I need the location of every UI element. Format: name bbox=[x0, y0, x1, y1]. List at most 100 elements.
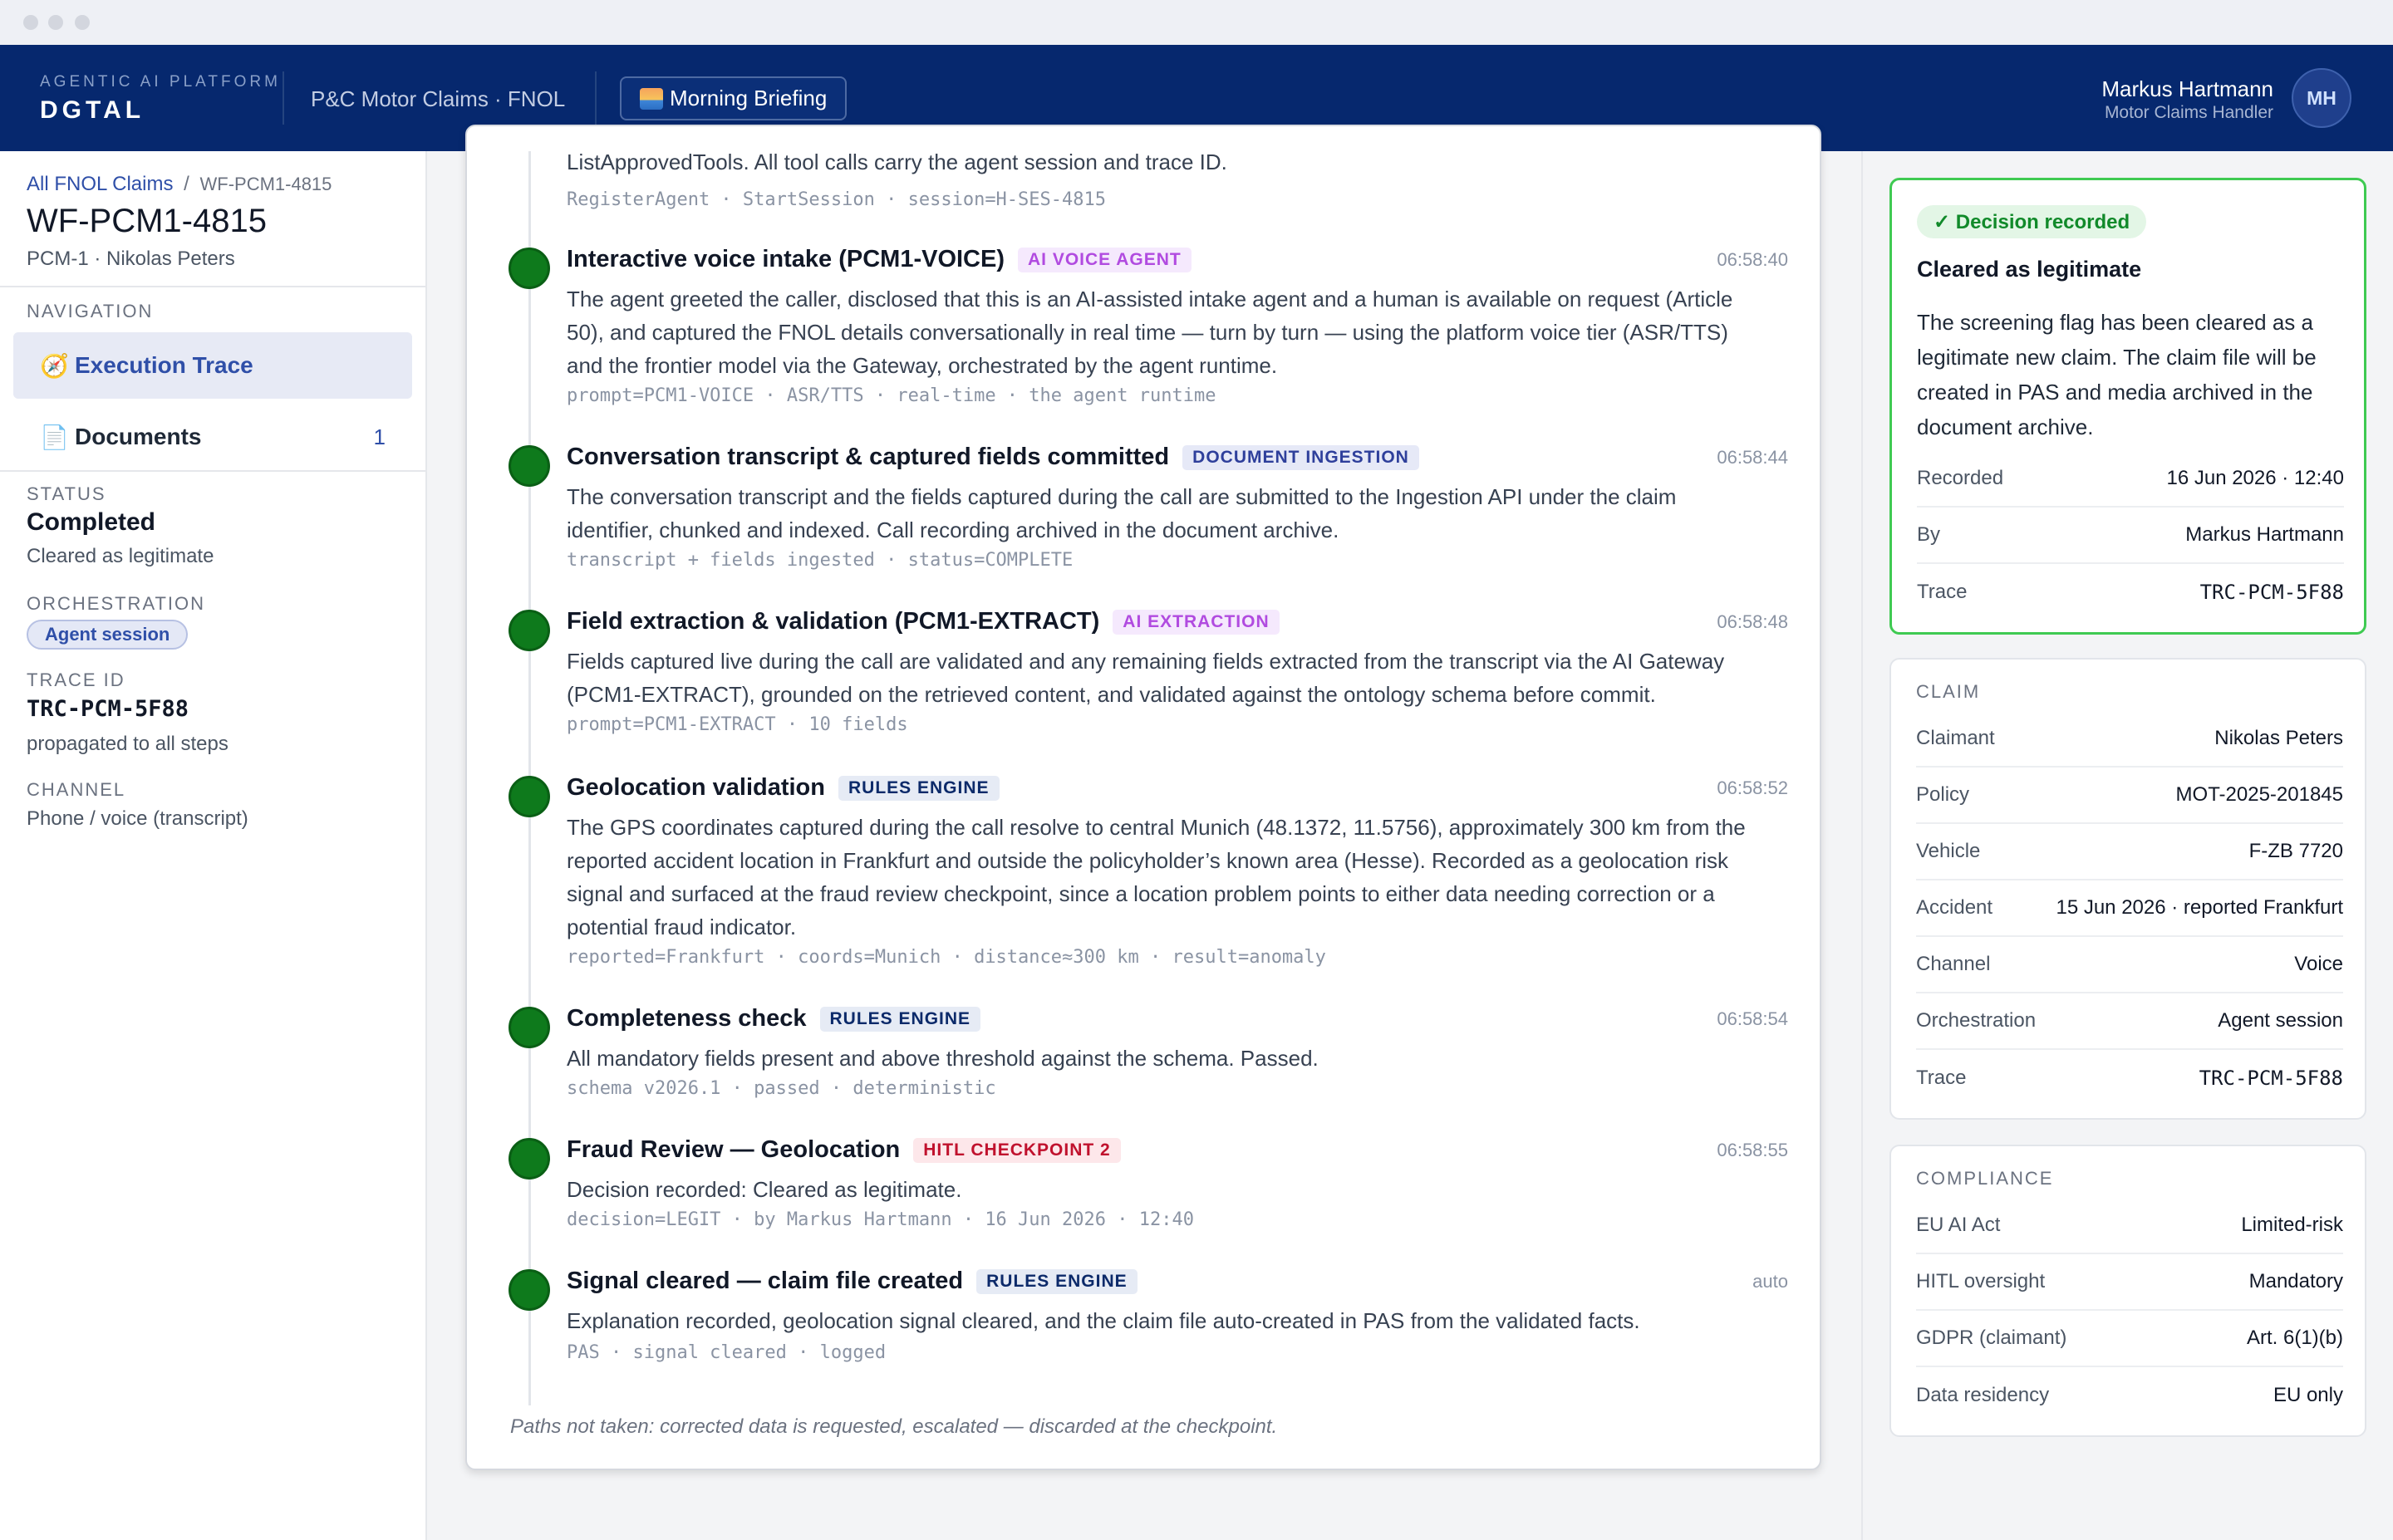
claim-row-claimant: Claimant Nikolas Peters bbox=[1916, 711, 2343, 768]
step-complete-dot bbox=[509, 776, 550, 817]
claim-row-trace: Trace TRC-PCM-5F88 bbox=[1916, 1050, 2343, 1106]
previous-step-meta: RegisterAgent · StartSession · session=H… bbox=[567, 189, 1107, 210]
status-value: Completed bbox=[27, 508, 156, 536]
row-value: MOT-2025-201845 bbox=[2175, 783, 2343, 806]
window-close-dot[interactable] bbox=[23, 15, 38, 30]
row-key: Vehicle bbox=[1916, 840, 1981, 862]
row-value: Limited-risk bbox=[2241, 1214, 2343, 1236]
nav-item-label: Execution Trace bbox=[75, 352, 253, 378]
breadcrumb: All FNOL Claims / WF-PCM1-4815 bbox=[27, 173, 332, 196]
row-key: GDPR (claimant) bbox=[1916, 1327, 2067, 1349]
header-divider bbox=[595, 71, 597, 125]
step-description: All mandatory fields present and above t… bbox=[567, 1046, 1319, 1071]
divider bbox=[0, 286, 425, 287]
row-key: Trace bbox=[1916, 1067, 1967, 1089]
step-title: Conversation transcript & captured field… bbox=[567, 444, 1170, 470]
compliance-label: COMPLIANCE bbox=[1916, 1168, 2054, 1189]
row-value: EU only bbox=[2273, 1384, 2343, 1406]
row-key: EU AI Act bbox=[1916, 1214, 2001, 1236]
step-tag: RULES ENGINE bbox=[838, 775, 1000, 801]
trace-id-detail: propagated to all steps bbox=[27, 733, 228, 755]
row-key: Data residency bbox=[1916, 1384, 2050, 1406]
row-value: Voice bbox=[2294, 953, 2343, 975]
window-maximize-dot[interactable] bbox=[75, 15, 90, 30]
row-key: Orchestration bbox=[1916, 1009, 2037, 1032]
row-value: 15 Jun 2026 · reported Frankfurt bbox=[2056, 896, 2343, 919]
divider bbox=[0, 470, 425, 472]
step-title: Field extraction & validation (PCM1-EXTR… bbox=[567, 608, 1100, 635]
user-role: Motor Claims Handler bbox=[2104, 103, 2273, 122]
compliance-row-gdpr: GDPR (claimant) Art. 6(1)(b) bbox=[1916, 1311, 2343, 1367]
compliance-row-residency: Data residency EU only bbox=[1916, 1367, 2343, 1424]
step-time: 06:58:48 bbox=[1717, 611, 1788, 632]
claim-card: CLAIM Claimant Nikolas Peters Policy MOT… bbox=[1889, 658, 2366, 1120]
step-tag: RULES ENGINE bbox=[976, 1268, 1138, 1294]
step-time: 06:58:40 bbox=[1717, 249, 1788, 270]
decision-recorded-badge: ✓ Decision recorded bbox=[1917, 205, 2147, 238]
step-complete-dot bbox=[509, 1138, 550, 1180]
step-complete-dot bbox=[509, 1269, 550, 1311]
breadcrumb-current: WF-PCM1-4815 bbox=[199, 174, 332, 194]
decision-title: Cleared as legitimate bbox=[1917, 257, 2142, 282]
decision-body: The screening flag has been cleared as a… bbox=[1917, 310, 2317, 439]
avatar[interactable]: MH bbox=[2292, 68, 2351, 128]
step-tag: DOCUMENT INGESTION bbox=[1182, 444, 1419, 470]
breadcrumb-all-claims-link[interactable]: All FNOL Claims bbox=[27, 173, 173, 195]
row-key: Claimant bbox=[1916, 727, 1995, 749]
claim-label: CLAIM bbox=[1916, 681, 1981, 702]
header-divider bbox=[283, 71, 284, 125]
step-complete-dot bbox=[509, 445, 550, 487]
row-key: HITL oversight bbox=[1916, 1270, 2046, 1292]
claim-row-accident: Accident 15 Jun 2026 · reported Frankfur… bbox=[1916, 880, 2343, 937]
row-key: Policy bbox=[1916, 783, 1970, 806]
breadcrumb-separator: / bbox=[184, 173, 189, 195]
claim-row-vehicle: Vehicle F-ZB 7720 bbox=[1916, 824, 2343, 880]
row-value: Art. 6(1)(b) bbox=[2246, 1327, 2343, 1349]
step-description: Explanation recorded, geolocation signal… bbox=[567, 1308, 1640, 1333]
nav-item-execution-trace[interactable]: 🧭 Execution Trace bbox=[13, 332, 412, 399]
nav-item-documents[interactable]: 📄 Documents 1 bbox=[13, 404, 412, 470]
row-key: Recorded bbox=[1917, 467, 2004, 489]
row-value: Agent session bbox=[2218, 1009, 2343, 1032]
window-titlebar bbox=[0, 0, 2393, 45]
step-meta: PAS · signal cleared · logged bbox=[567, 1342, 887, 1363]
step-description: Fields captured live during the call are… bbox=[567, 649, 1725, 707]
channel-label: CHANNEL bbox=[27, 779, 126, 800]
window-minimize-dot[interactable] bbox=[48, 15, 63, 30]
channel-value: Phone / voice (transcript) bbox=[27, 807, 248, 830]
paths-not-taken-note: Paths not taken: corrected data is reque… bbox=[510, 1415, 1278, 1438]
previous-step-text: ListApprovedTools. All tool calls carry … bbox=[567, 150, 1227, 174]
trace-id-label: TRACE ID bbox=[27, 669, 125, 690]
navigation-label: NAVIGATION bbox=[27, 301, 154, 321]
row-value: Nikolas Peters bbox=[2214, 727, 2343, 749]
step-meta: schema v2026.1 · passed · deterministic bbox=[567, 1078, 996, 1099]
morning-briefing-button[interactable]: Morning Briefing bbox=[620, 76, 848, 120]
row-value: Markus Hartmann bbox=[2185, 523, 2344, 546]
row-key: Trace bbox=[1917, 581, 1968, 603]
claim-row-orchestration: Orchestration Agent session bbox=[1916, 993, 2343, 1050]
claim-row-policy: Policy MOT-2025-201845 bbox=[1916, 768, 2343, 824]
brand-logo[interactable]: DGTAL bbox=[40, 96, 145, 125]
nav-item-label: Documents bbox=[75, 424, 202, 449]
step-description: The conversation transcript and the fiel… bbox=[567, 484, 1677, 542]
trace-id-value: TRC-PCM-5F88 bbox=[27, 696, 189, 722]
row-value: TRC-PCM-5F88 bbox=[2199, 1067, 2343, 1090]
step-title: Interactive voice intake (PCM1-VOICE) bbox=[567, 246, 1005, 272]
step-tag: AI EXTRACTION bbox=[1113, 609, 1280, 635]
step-title: Completeness check bbox=[567, 1005, 807, 1032]
row-key: By bbox=[1917, 523, 1941, 546]
step-title: Signal cleared — claim file created bbox=[567, 1268, 964, 1294]
sunrise-icon bbox=[640, 87, 663, 110]
user-name: Markus Hartmann bbox=[2101, 76, 2273, 101]
step-time: auto bbox=[1752, 1271, 1788, 1292]
document-icon: 📄 bbox=[40, 424, 69, 450]
row-value: 16 Jun 2026 · 12:40 bbox=[2166, 467, 2344, 489]
step-meta: prompt=PCM1-EXTRACT · 10 fields bbox=[567, 714, 908, 735]
step-description: The agent greeted the caller, disclosed … bbox=[567, 287, 1733, 378]
status-detail: Cleared as legitimate bbox=[27, 545, 214, 567]
step-meta: transcript + fields ingested · status=CO… bbox=[567, 550, 1074, 571]
step-title: Geolocation validation bbox=[567, 774, 825, 801]
morning-briefing-label: Morning Briefing bbox=[670, 86, 828, 110]
page-subtitle: PCM-1 · Nikolas Peters bbox=[27, 248, 235, 270]
step-complete-dot bbox=[509, 610, 550, 651]
